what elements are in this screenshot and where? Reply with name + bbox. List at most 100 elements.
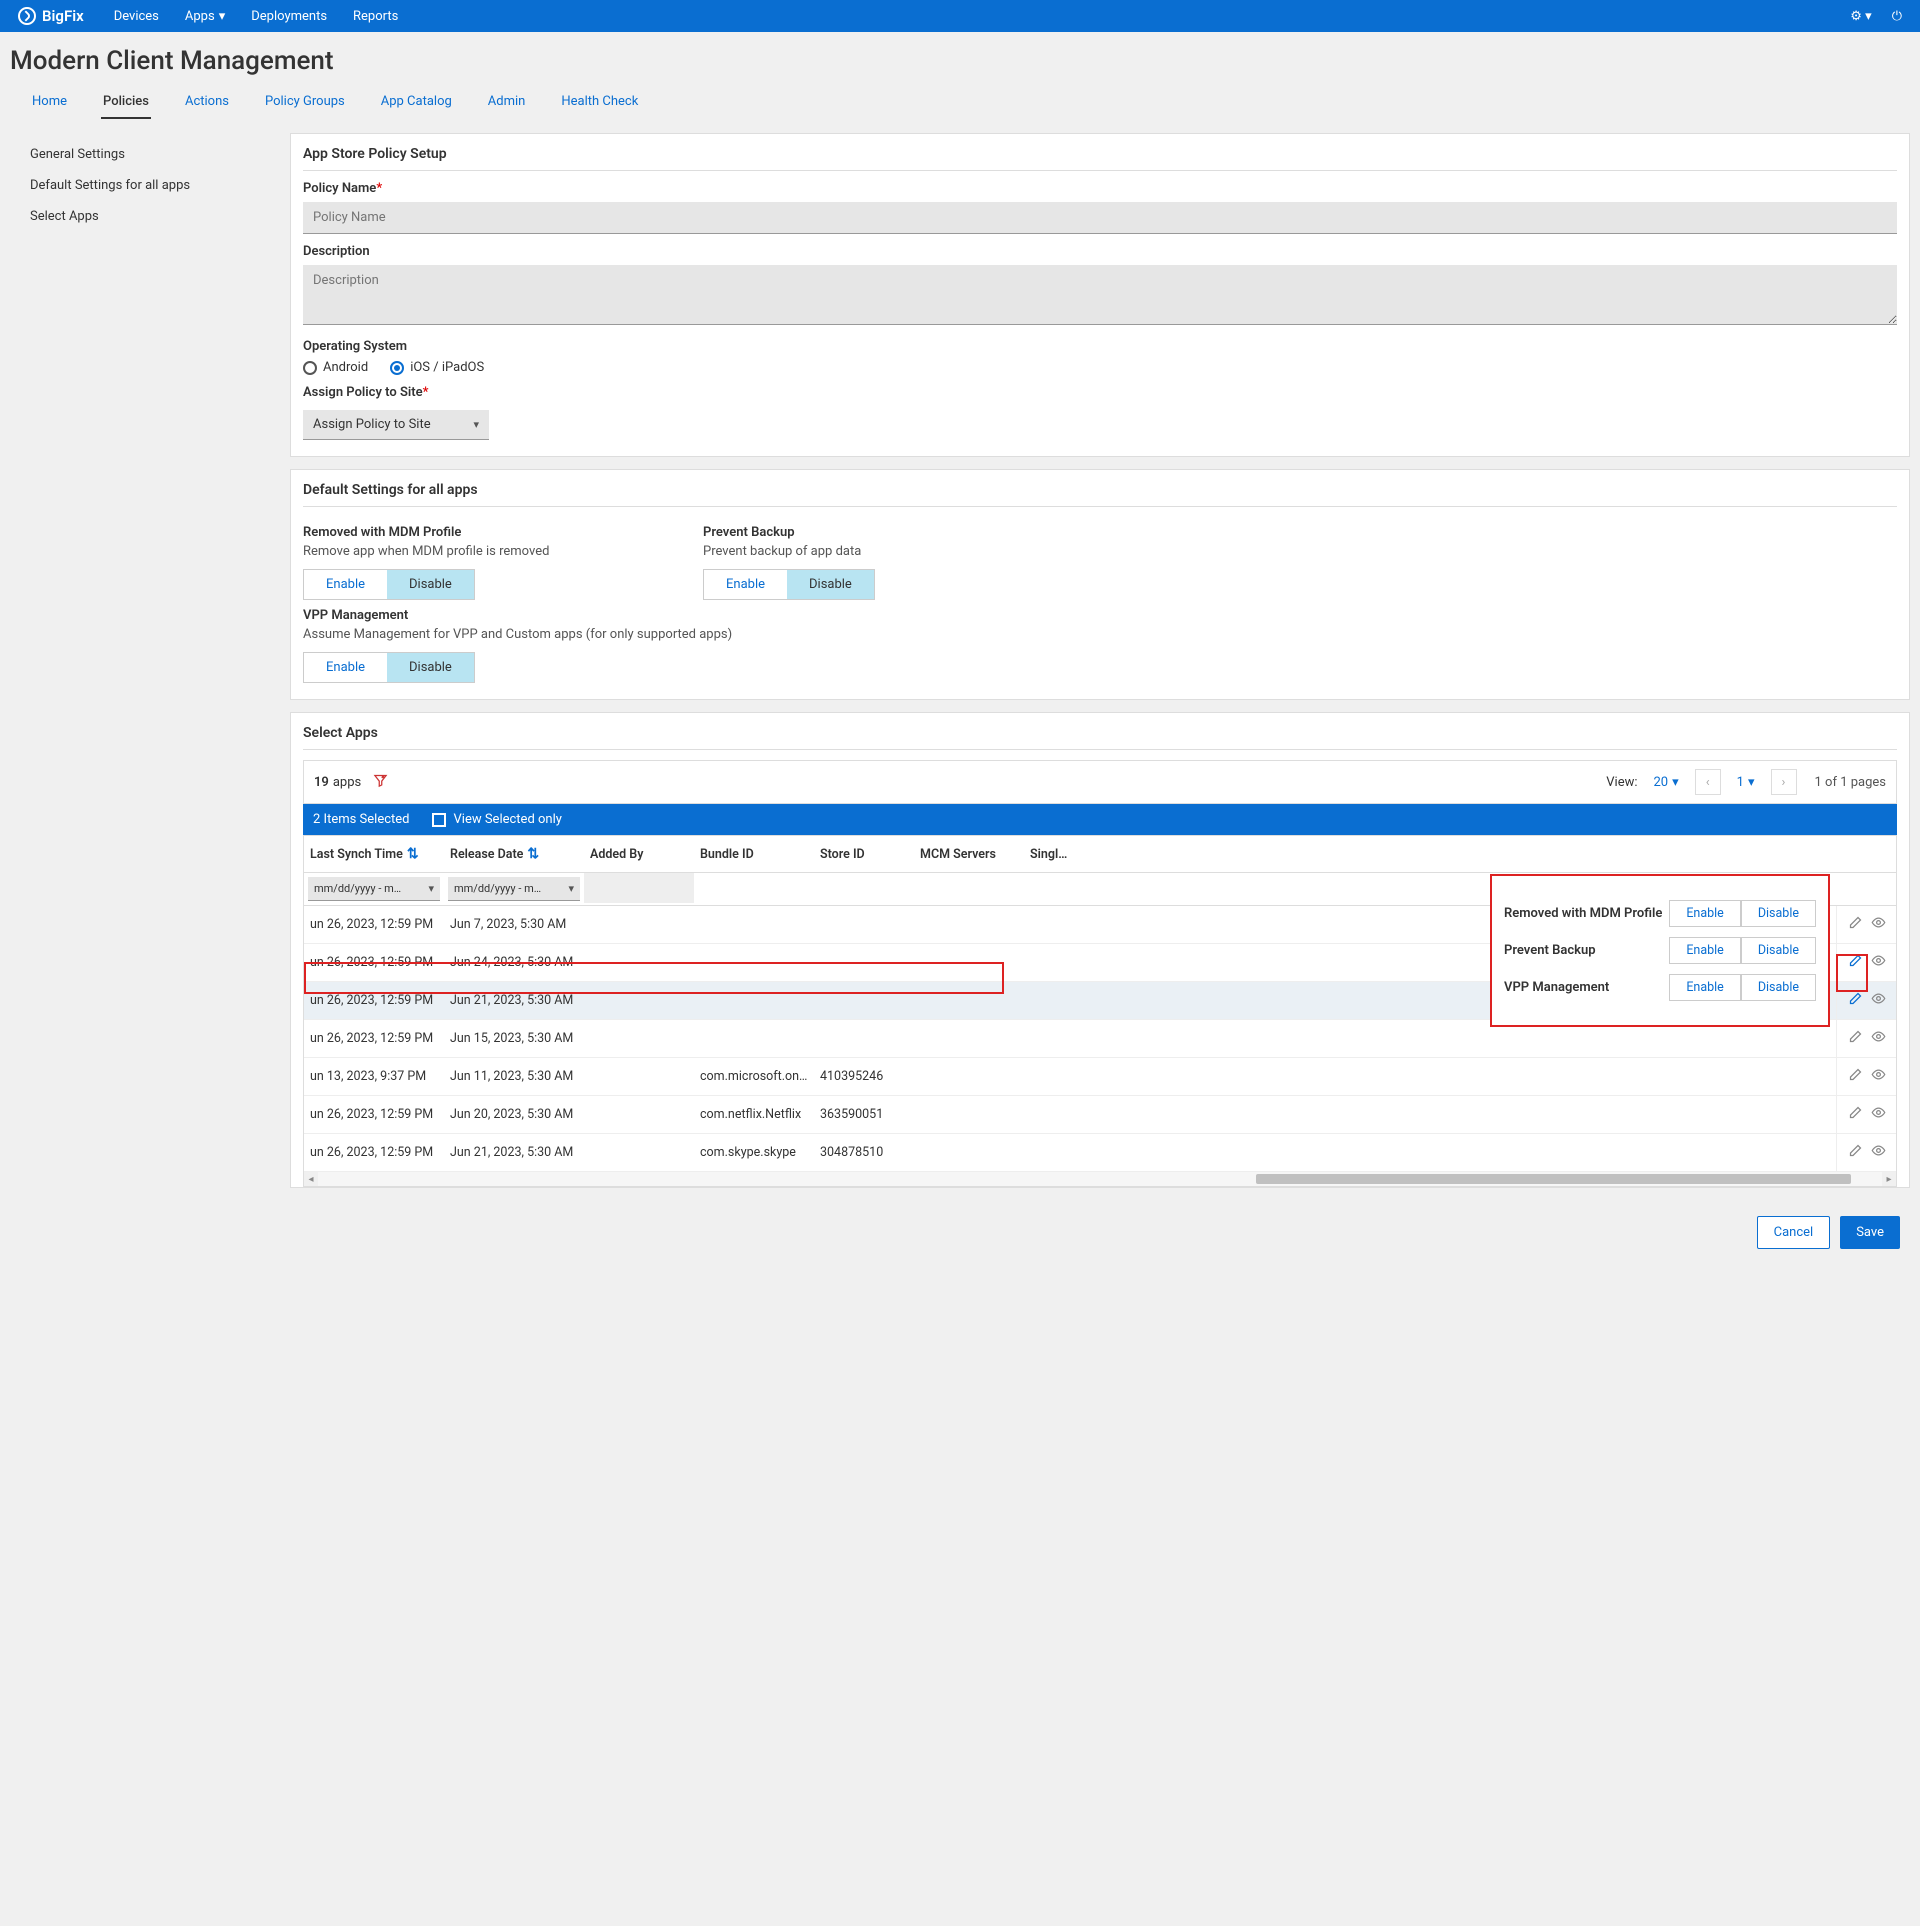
tab-home[interactable]: Home <box>30 86 69 119</box>
assign-site-select[interactable]: Assign Policy to Site <box>303 410 489 440</box>
setting-0-disable[interactable]: Disable <box>387 570 474 599</box>
cell <box>814 992 914 1010</box>
cell <box>914 954 1024 972</box>
radio-icon <box>390 361 404 375</box>
edit-icon[interactable] <box>1848 953 1863 972</box>
edit-icon[interactable] <box>1848 1029 1863 1048</box>
pop-2-enable[interactable]: Enable <box>1669 974 1741 1001</box>
setup-title: App Store Policy Setup <box>303 146 1897 171</box>
policy-name-label: Policy Name* <box>303 181 1897 196</box>
setting-2-enable[interactable]: Enable <box>304 653 387 682</box>
cell <box>1024 1106 1836 1124</box>
pop-0-enable[interactable]: Enable <box>1669 900 1741 927</box>
eye-icon[interactable] <box>1871 1105 1886 1124</box>
defaults-title: Default Settings for all apps <box>303 482 1897 507</box>
col-sync[interactable]: Last Synch Time⇅ <box>304 836 444 872</box>
view-selected-checkbox[interactable] <box>432 813 446 827</box>
gear-icon[interactable]: ⚙ ▾ <box>1850 9 1871 24</box>
brand-logo[interactable]: BigFix <box>18 7 84 25</box>
cell <box>584 916 694 934</box>
filter-addedby[interactable] <box>584 873 694 903</box>
edit-icon[interactable] <box>1848 1143 1863 1162</box>
edit-icon[interactable] <box>1848 1067 1863 1086</box>
setting-1-enable[interactable]: Enable <box>704 570 787 599</box>
nav-deployments[interactable]: Deployments <box>251 9 327 24</box>
col-bundle[interactable]: Bundle ID <box>694 836 814 872</box>
setting-1-disable[interactable]: Disable <box>787 570 874 599</box>
brand-text: BigFix <box>42 7 84 25</box>
eye-icon[interactable] <box>1871 953 1886 972</box>
apps-toolbar: 19 apps View: 20▾ ‹ 1▾ › 1 of 1 pages <box>303 760 1897 804</box>
os-label: Operating System <box>303 339 1897 354</box>
cell <box>584 992 694 1010</box>
nav-apps[interactable]: Apps▾ <box>185 9 225 24</box>
description-input[interactable] <box>303 265 1897 325</box>
table-row[interactable]: un 13, 2023, 9:37 PMJun 11, 2023, 5:30 A… <box>304 1058 1896 1096</box>
nav-devices[interactable]: Devices <box>114 9 159 24</box>
os-radio-ios[interactable]: iOS / iPadOS <box>390 360 484 375</box>
filter-icon[interactable] <box>373 773 388 792</box>
filter-sync-date[interactable]: mm/dd/yyyy - m… <box>308 877 440 901</box>
sidebar-general[interactable]: General Settings <box>30 139 250 170</box>
os-radio-android[interactable]: Android <box>303 360 368 375</box>
pop-2-disable[interactable]: Disable <box>1741 974 1816 1001</box>
scroll-right-icon[interactable]: ▸ <box>1882 1172 1896 1186</box>
table-row[interactable]: un 26, 2023, 12:59 PMJun 20, 2023, 5:30 … <box>304 1096 1896 1134</box>
cancel-button[interactable]: Cancel <box>1757 1216 1831 1249</box>
description-label: Description <box>303 244 1897 259</box>
top-bar: BigFix Devices Apps▾ Deployments Reports… <box>0 0 1920 32</box>
eye-icon[interactable] <box>1871 991 1886 1010</box>
tab-health-check[interactable]: Health Check <box>559 86 640 119</box>
pop-1-enable[interactable]: Enable <box>1669 937 1741 964</box>
top-nav: Devices Apps▾ Deployments Reports <box>114 9 399 24</box>
setting-2-disable[interactable]: Disable <box>387 653 474 682</box>
pop-1-disable[interactable]: Disable <box>1741 937 1816 964</box>
tab-app-catalog[interactable]: App Catalog <box>379 86 454 119</box>
edit-icon[interactable] <box>1848 1105 1863 1124</box>
sort-icon: ⇅ <box>527 846 539 862</box>
sidebar-select-apps[interactable]: Select Apps <box>30 201 250 232</box>
save-button[interactable]: Save <box>1840 1216 1900 1249</box>
tab-policy-groups[interactable]: Policy Groups <box>263 86 347 119</box>
cell <box>914 992 1024 1010</box>
selection-bar: 2 Items Selected View Selected only <box>303 804 1897 835</box>
policy-name-input[interactable] <box>303 202 1897 234</box>
page-size-select[interactable]: 20▾ <box>1646 771 1687 794</box>
page-prev[interactable]: ‹ <box>1695 769 1721 795</box>
cell <box>584 954 694 972</box>
horizontal-scrollbar[interactable]: ◂ ▸ <box>304 1172 1896 1186</box>
col-mcm[interactable]: MCM Servers <box>914 836 1024 872</box>
tab-actions[interactable]: Actions <box>183 86 231 119</box>
sidebar-defaults[interactable]: Default Settings for all apps <box>30 170 250 201</box>
pages-text: 1 of 1 pages <box>1805 775 1887 790</box>
cell <box>694 954 814 972</box>
eye-icon[interactable] <box>1871 1067 1886 1086</box>
scroll-left-icon[interactable]: ◂ <box>304 1172 318 1186</box>
cell: Jun 21, 2023, 5:30 AM <box>444 984 584 1017</box>
pop-0-disable[interactable]: Disable <box>1741 900 1816 927</box>
eye-icon[interactable] <box>1871 915 1886 934</box>
eye-icon[interactable] <box>1871 1029 1886 1048</box>
col-store[interactable]: Store ID <box>814 836 914 872</box>
cell: com.microsoft.on… <box>694 1060 814 1093</box>
footer: Cancel Save <box>290 1200 1910 1263</box>
tab-admin[interactable]: Admin <box>486 86 528 119</box>
nav-reports[interactable]: Reports <box>353 9 398 24</box>
tab-policies[interactable]: Policies <box>101 86 151 119</box>
table-row[interactable]: un 26, 2023, 12:59 PMJun 21, 2023, 5:30 … <box>304 1134 1896 1172</box>
col-singl[interactable]: Singl… <box>1024 836 1836 872</box>
page-current-select[interactable]: 1▾ <box>1729 771 1763 794</box>
row-actions <box>1836 982 1896 1019</box>
filter-release-date[interactable]: mm/dd/yyyy - m… <box>448 877 580 901</box>
col-release[interactable]: Release Date⇅ <box>444 836 584 872</box>
row-popup: Removed with MDM Profile EnableDisable P… <box>1490 874 1830 1027</box>
sidebar: General Settings Default Settings for al… <box>10 133 270 238</box>
setting-0-enable[interactable]: Enable <box>304 570 387 599</box>
edit-icon[interactable] <box>1848 991 1863 1010</box>
edit-icon[interactable] <box>1848 915 1863 934</box>
page-next[interactable]: › <box>1771 769 1797 795</box>
eye-icon[interactable] <box>1871 1143 1886 1162</box>
power-icon[interactable]: ⏻ <box>1892 9 1902 24</box>
cell: un 26, 2023, 12:59 PM <box>304 908 444 941</box>
col-addedby[interactable]: Added By <box>584 836 694 872</box>
